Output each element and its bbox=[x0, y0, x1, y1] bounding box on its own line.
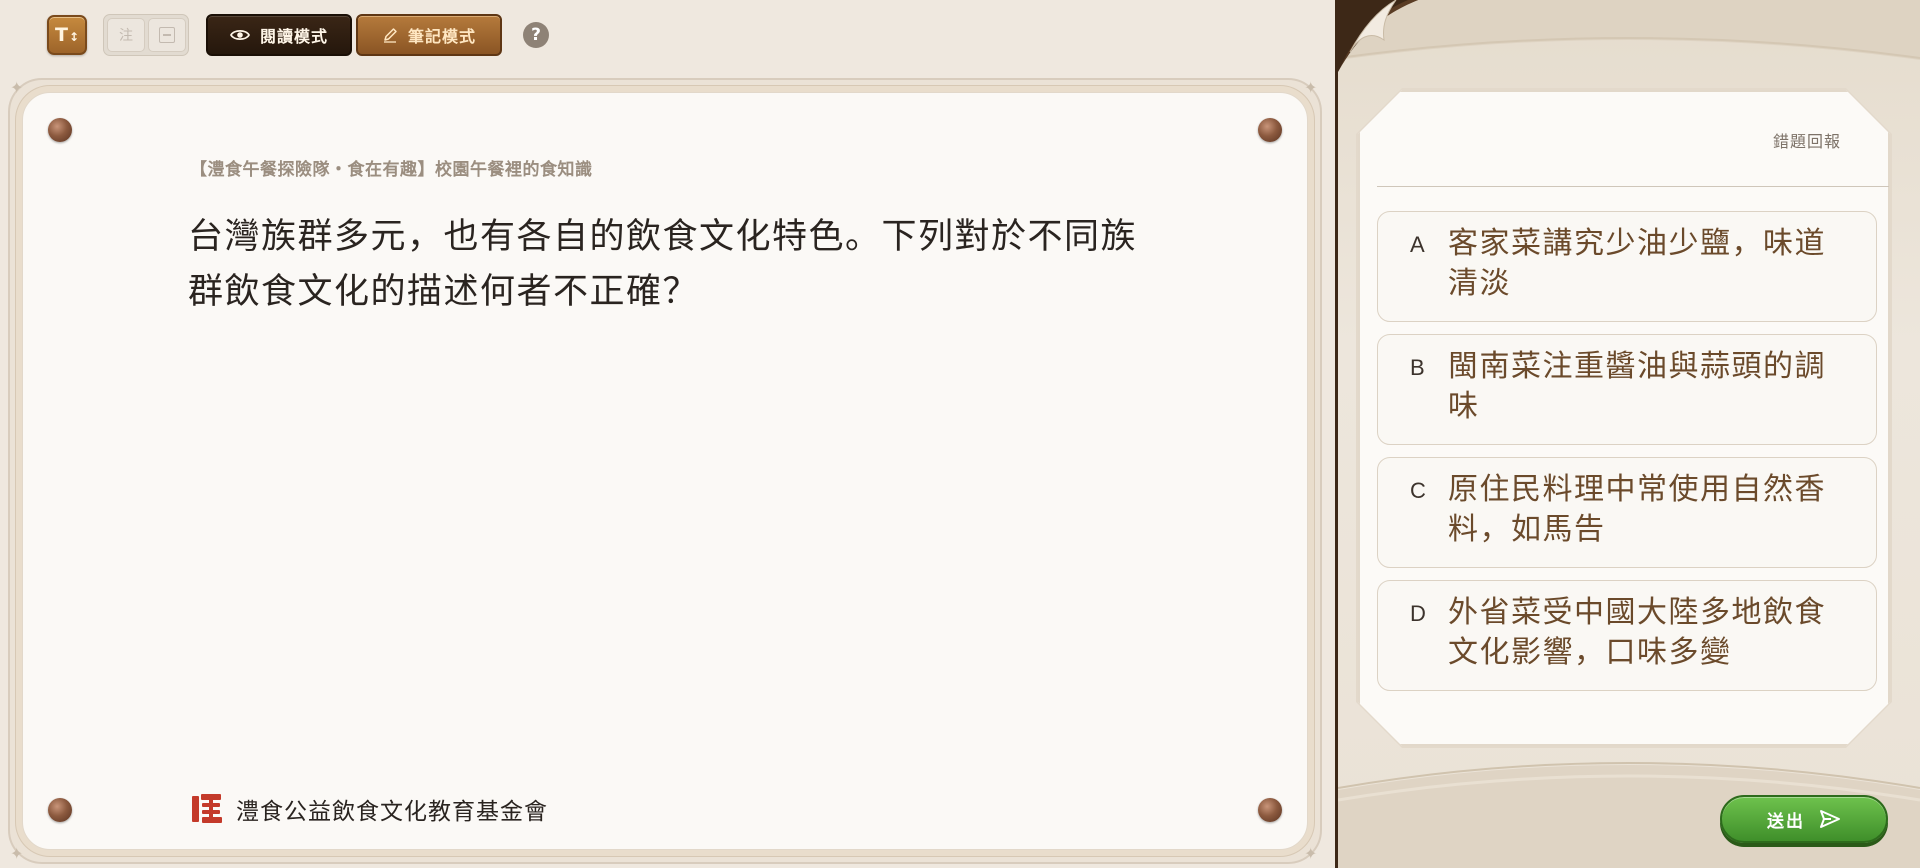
rivet-decoration bbox=[48, 118, 72, 142]
option-text: 外省菜受中國大陸多地飲食文化影響，口味多變 bbox=[1448, 595, 1826, 670]
annotation-icon: 注 bbox=[119, 28, 133, 44]
sparkle-decoration: ✦ bbox=[10, 78, 24, 97]
send-icon bbox=[1820, 810, 1840, 828]
question-source: 【澧食午餐探險隊・食在有趣】校園午餐裡的食知識 bbox=[190, 160, 593, 180]
question-area: T↕ 注 閱讀模式 筆記模式 ? ✦ ✦ ✦ ✦ 【澧食午餐探險隊・食在有趣】校… bbox=[0, 0, 1335, 868]
foundation-logo bbox=[192, 794, 222, 823]
option-d[interactable]: D 外省菜受中國大陸多地飲食文化影響，口味多變 bbox=[1377, 580, 1877, 691]
sparkle-decoration: ✦ bbox=[1304, 78, 1318, 97]
annotation-button[interactable]: 注 bbox=[107, 18, 145, 52]
question-text: 台灣族群多元，也有各自的飲食文化特色。下列對於不同族群飲食文化的描述何者不正確？ bbox=[188, 217, 1138, 312]
rivet-decoration bbox=[48, 798, 72, 822]
option-text: 原住民料理中常使用自然香料，如馬告 bbox=[1448, 472, 1826, 547]
option-c[interactable]: C 原住民料理中常使用自然香料，如馬告 bbox=[1377, 457, 1877, 568]
font-size-button[interactable]: T↕ bbox=[47, 15, 87, 55]
eye-icon bbox=[229, 29, 250, 41]
rivet-decoration bbox=[1258, 798, 1282, 822]
option-letter: C bbox=[1410, 478, 1426, 503]
option-letter: D bbox=[1410, 601, 1426, 626]
annotation-toggle-group: 注 bbox=[103, 14, 189, 56]
image-icon bbox=[159, 27, 175, 43]
pencil-icon bbox=[383, 28, 397, 43]
image-button[interactable] bbox=[148, 18, 186, 52]
option-letter: A bbox=[1410, 232, 1425, 257]
report-error-link[interactable]: 錯題回報 bbox=[1773, 128, 1841, 152]
foundation-credit: 澧食公益飲食文化教育基金會 bbox=[190, 792, 548, 826]
option-text: 閩南菜注重醬油與蒜頭的調味 bbox=[1448, 349, 1826, 424]
font-size-icon: T↕ bbox=[54, 24, 80, 46]
sparkle-decoration: ✦ bbox=[10, 844, 24, 863]
page-curl-decoration bbox=[1338, 0, 1418, 72]
note-mode-button[interactable]: 筆記模式 bbox=[356, 14, 502, 56]
option-letter: B bbox=[1410, 355, 1425, 380]
sparkle-decoration: ✦ bbox=[1304, 844, 1318, 863]
note-mode-label: 筆記模式 bbox=[407, 27, 476, 46]
divider bbox=[1377, 186, 1889, 187]
option-a[interactable]: A 客家菜講究少油少鹽，味道清淡 bbox=[1377, 211, 1877, 322]
toolbar: T↕ 注 閱讀模式 筆記模式 ? bbox=[0, 0, 1335, 70]
option-text: 客家菜講究少油少鹽，味道清淡 bbox=[1448, 226, 1826, 301]
submit-button[interactable]: 送出 bbox=[1720, 795, 1888, 843]
rivet-decoration bbox=[1258, 118, 1282, 142]
help-icon[interactable]: ? bbox=[523, 22, 549, 48]
read-mode-label: 閱讀模式 bbox=[259, 27, 328, 46]
submit-label: 送出 bbox=[1767, 811, 1805, 832]
read-mode-button[interactable]: 閱讀模式 bbox=[206, 14, 352, 56]
option-b[interactable]: B 閩南菜注重醬油與蒜頭的調味 bbox=[1377, 334, 1877, 445]
question-board bbox=[22, 92, 1308, 850]
foundation-name: 澧食公益飲食文化教育基金會 bbox=[236, 799, 548, 825]
